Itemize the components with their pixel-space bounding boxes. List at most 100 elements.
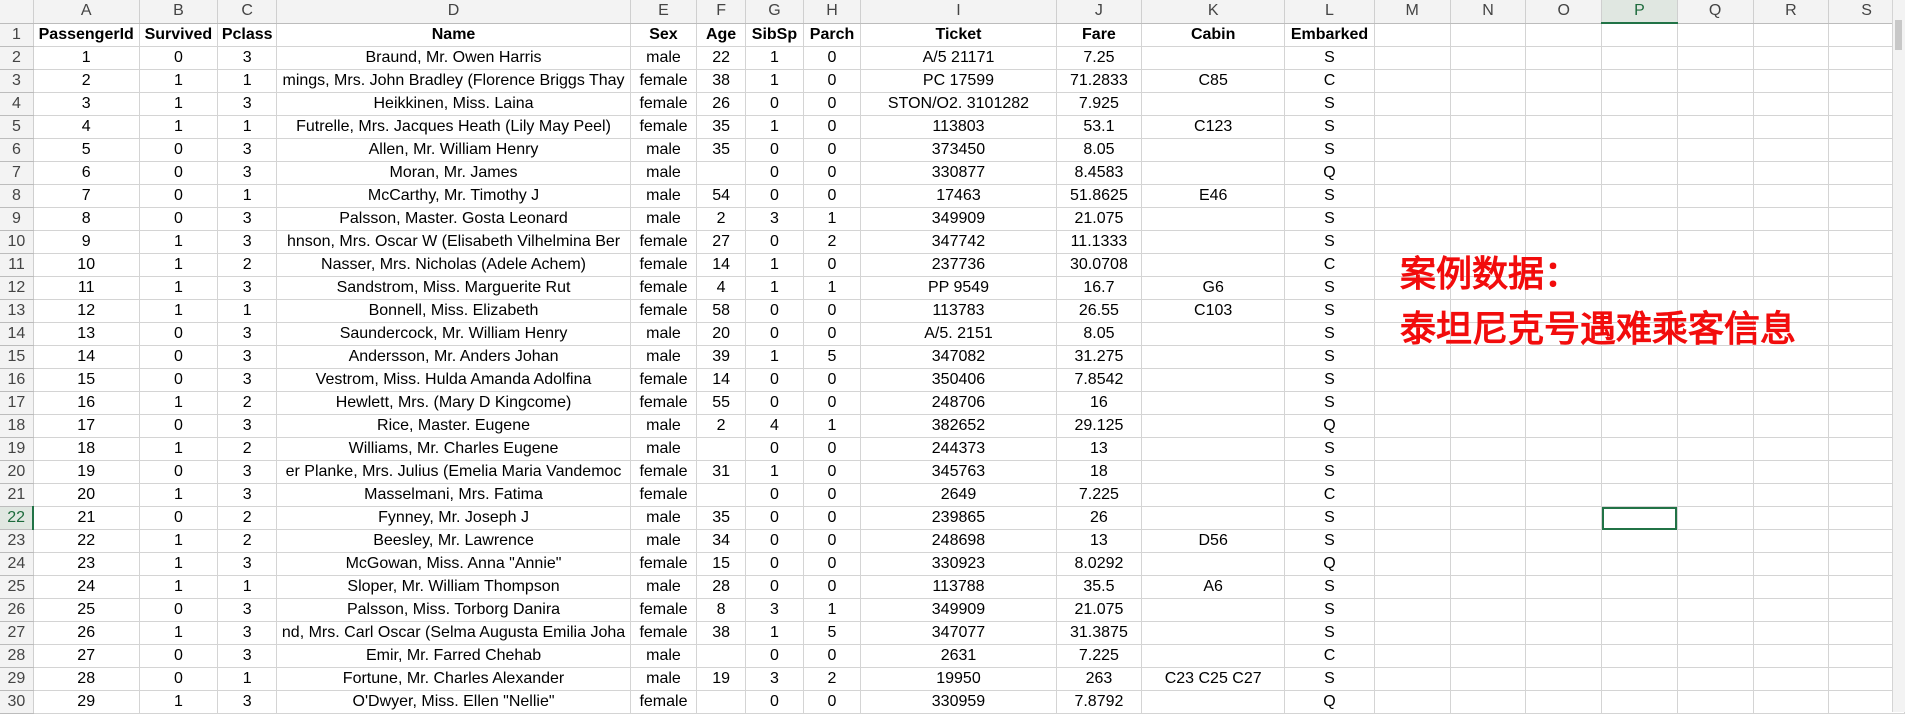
cell-i8[interactable]: 17463 [860, 184, 1057, 208]
cell-r19[interactable] [1753, 437, 1830, 461]
cell-c25[interactable]: 1 [217, 575, 278, 599]
cell-a25[interactable]: 24 [33, 575, 140, 599]
cell-l19[interactable]: S [1284, 437, 1375, 461]
column-header-f[interactable]: F [696, 0, 747, 24]
cell-e14[interactable]: male [630, 322, 698, 346]
cell-h18[interactable]: 1 [803, 414, 862, 438]
cell-c27[interactable]: 3 [217, 621, 278, 645]
row-header[interactable]: 29 [0, 667, 34, 691]
row-header[interactable]: 6 [0, 138, 34, 162]
cell-k14[interactable] [1141, 322, 1286, 346]
cell-d24[interactable]: McGowan, Miss. Anna "Annie" [276, 552, 631, 576]
cell-p2[interactable] [1601, 46, 1678, 70]
row-header[interactable]: 27 [0, 621, 34, 645]
cell-l28[interactable]: C [1284, 644, 1375, 668]
cell-b2[interactable]: 0 [139, 46, 219, 70]
cell-o3[interactable] [1525, 69, 1603, 93]
cell-r9[interactable] [1753, 207, 1830, 231]
cell-i9[interactable]: 349909 [860, 207, 1057, 231]
cell-g6[interactable]: 0 [745, 138, 804, 162]
cell-l15[interactable]: S [1284, 345, 1375, 369]
cell-e7[interactable]: male [630, 161, 698, 185]
cell-d13[interactable]: Bonnell, Miss. Elizabeth [276, 299, 631, 323]
cell-b14[interactable]: 0 [139, 322, 219, 346]
cell-a4[interactable]: 3 [33, 92, 140, 116]
cell-k25[interactable]: A6 [1141, 575, 1286, 599]
cell-i4[interactable]: STON/O2. 3101282 [860, 92, 1057, 116]
cell-d29[interactable]: Fortune, Mr. Charles Alexander [276, 667, 631, 691]
cell-k4[interactable] [1141, 92, 1286, 116]
cell-b24[interactable]: 1 [139, 552, 219, 576]
cell-f11[interactable]: 14 [696, 253, 747, 277]
cell-d27[interactable]: nd, Mrs. Carl Oscar (Selma Augusta Emili… [276, 621, 631, 645]
cell-e23[interactable]: male [630, 529, 698, 553]
cell-i13[interactable]: 113783 [860, 299, 1057, 323]
cell-o17[interactable] [1525, 391, 1603, 415]
cell-n7[interactable] [1450, 161, 1527, 185]
cell-d25[interactable]: Sloper, Mr. William Thompson [276, 575, 631, 599]
cell-o26[interactable] [1525, 598, 1603, 622]
cell-j3[interactable]: 71.2833 [1056, 69, 1143, 93]
cell-h8[interactable]: 0 [803, 184, 862, 208]
cell-j7[interactable]: 8.4583 [1056, 161, 1143, 185]
cell-i30[interactable]: 330959 [860, 690, 1057, 714]
cell-l3[interactable]: C [1284, 69, 1375, 93]
cell-b30[interactable]: 1 [139, 690, 219, 714]
cell-c16[interactable]: 3 [217, 368, 278, 392]
cell-a2[interactable]: 1 [33, 46, 140, 70]
cell-g14[interactable]: 0 [745, 322, 804, 346]
cell-b19[interactable]: 1 [139, 437, 219, 461]
cell-l26[interactable]: S [1284, 598, 1375, 622]
cell-l27[interactable]: S [1284, 621, 1375, 645]
cell-l16[interactable]: S [1284, 368, 1375, 392]
cell-f8[interactable]: 54 [696, 184, 747, 208]
cell-l1[interactable]: Embarked [1284, 23, 1375, 47]
cell-n22[interactable] [1450, 506, 1527, 530]
cell-o4[interactable] [1525, 92, 1603, 116]
row-header[interactable]: 25 [0, 575, 34, 599]
cell-n27[interactable] [1450, 621, 1527, 645]
cell-m26[interactable] [1374, 598, 1451, 622]
cell-f9[interactable]: 2 [696, 207, 747, 231]
cell-l25[interactable]: S [1284, 575, 1375, 599]
cell-o16[interactable] [1525, 368, 1603, 392]
cell-j10[interactable]: 11.1333 [1056, 230, 1143, 254]
cell-i1[interactable]: Ticket [860, 23, 1057, 47]
cell-f21[interactable] [696, 483, 747, 507]
cell-a27[interactable]: 26 [33, 621, 140, 645]
cell-h11[interactable]: 0 [803, 253, 862, 277]
cell-i15[interactable]: 347082 [860, 345, 1057, 369]
cell-c8[interactable]: 1 [217, 184, 278, 208]
cell-c30[interactable]: 3 [217, 690, 278, 714]
cell-f6[interactable]: 35 [696, 138, 747, 162]
cell-p4[interactable] [1601, 92, 1678, 116]
cell-n1[interactable] [1450, 23, 1527, 47]
cell-p5[interactable] [1601, 115, 1678, 139]
scrollbar-thumb[interactable] [1895, 20, 1902, 50]
cell-c4[interactable]: 3 [217, 92, 278, 116]
cell-d28[interactable]: Emir, Mr. Farred Chehab [276, 644, 631, 668]
cell-e6[interactable]: male [630, 138, 698, 162]
cell-j19[interactable]: 13 [1056, 437, 1143, 461]
row-header[interactable]: 28 [0, 644, 34, 668]
cell-q7[interactable] [1677, 161, 1754, 185]
cell-b7[interactable]: 0 [139, 161, 219, 185]
cell-a29[interactable]: 28 [33, 667, 140, 691]
cell-f1[interactable]: Age [696, 23, 747, 47]
cell-o5[interactable] [1525, 115, 1603, 139]
cell-c11[interactable]: 2 [217, 253, 278, 277]
cell-c2[interactable]: 3 [217, 46, 278, 70]
cell-i26[interactable]: 349909 [860, 598, 1057, 622]
cell-g5[interactable]: 1 [745, 115, 804, 139]
cell-f3[interactable]: 38 [696, 69, 747, 93]
cell-n21[interactable] [1450, 483, 1527, 507]
cell-b21[interactable]: 1 [139, 483, 219, 507]
cell-m29[interactable] [1374, 667, 1451, 691]
cell-o28[interactable] [1525, 644, 1603, 668]
cell-e16[interactable]: female [630, 368, 698, 392]
cell-d19[interactable]: Williams, Mr. Charles Eugene [276, 437, 631, 461]
cell-i24[interactable]: 330923 [860, 552, 1057, 576]
cell-e21[interactable]: female [630, 483, 698, 507]
cell-j5[interactable]: 53.1 [1056, 115, 1143, 139]
cell-l18[interactable]: Q [1284, 414, 1375, 438]
